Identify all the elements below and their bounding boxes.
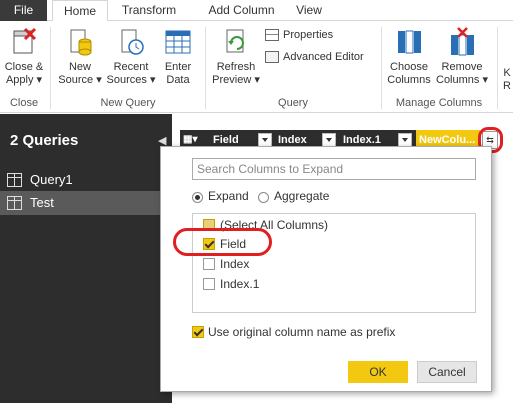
aggregate-radio-label: Aggregate xyxy=(274,189,330,203)
refresh-preview-label-1: Refresh xyxy=(216,61,256,73)
group-label-new-query: New Query xyxy=(100,97,156,109)
column-filter-field[interactable] xyxy=(258,133,272,147)
search-columns-input[interactable]: Search Columns to Expand xyxy=(192,158,476,180)
cutoff-label-2: R xyxy=(503,80,511,92)
tab-transform[interactable]: Transform xyxy=(113,0,185,21)
queries-panel: 2 Queries ◀ Query1 Test xyxy=(0,114,172,403)
tab-home[interactable]: Home xyxy=(52,0,108,22)
expand-radio-label: Expand xyxy=(208,189,249,203)
close-apply-button[interactable]: Close & Apply ▾ xyxy=(2,27,46,87)
ribbon: Close & Apply ▾ Close New Source ▾ Recen… xyxy=(0,21,513,113)
query-item-test[interactable]: Test xyxy=(0,191,172,215)
aggregate-radio[interactable] xyxy=(258,192,269,203)
group-separator xyxy=(381,27,382,109)
group-label-manage-columns: Manage Columns xyxy=(395,97,483,109)
close-apply-icon xyxy=(11,27,37,57)
table-icon xyxy=(7,173,22,187)
new-source-button[interactable]: New Source ▾ xyxy=(56,27,104,87)
database-icon xyxy=(67,27,93,57)
advanced-editor-button[interactable]: Advanced Editor xyxy=(265,51,377,64)
choose-columns-icon xyxy=(396,27,422,57)
tab-view[interactable]: View xyxy=(289,0,329,21)
remove-columns-button[interactable]: Remove Columns ▾ xyxy=(436,27,488,87)
column-filter-index-1[interactable] xyxy=(398,133,412,147)
expand-radio[interactable] xyxy=(192,192,203,203)
recent-sources-button[interactable]: Recent Sources ▾ xyxy=(106,27,156,87)
advanced-editor-icon xyxy=(265,51,279,64)
remove-columns-icon xyxy=(449,27,475,57)
close-apply-label-2: Apply ▾ xyxy=(5,74,43,86)
ribbon-tabbar: File Home Transform Add Column View xyxy=(0,0,513,22)
group-separator xyxy=(50,27,51,109)
prefix-checkbox[interactable] xyxy=(192,326,204,338)
group-label-close: Close xyxy=(9,97,39,109)
queries-title: 2 Queries xyxy=(10,132,79,149)
enter-data-label-1: Enter xyxy=(164,61,192,73)
expand-columns-dialog: Search Columns to Expand Expand Aggregat… xyxy=(160,146,492,392)
tab-file[interactable]: File xyxy=(0,0,47,21)
remove-columns-label-1: Remove xyxy=(441,61,483,73)
enter-data-label-2: Data xyxy=(166,74,190,86)
new-source-label-2: Source ▾ xyxy=(58,74,102,86)
column-filter-index[interactable] xyxy=(322,133,336,147)
enter-data-button[interactable]: Enter Data xyxy=(158,27,198,87)
index-1-label: Index.1 xyxy=(220,277,260,291)
new-source-label-1: New xyxy=(68,61,91,73)
index-checkbox[interactable] xyxy=(203,258,215,270)
prefix-label: Use original column name as prefix xyxy=(208,325,396,339)
query-item-query1[interactable]: Query1 xyxy=(0,168,172,192)
properties-icon xyxy=(265,29,279,42)
clock-icon xyxy=(118,27,144,57)
recent-sources-label-1: Recent xyxy=(113,61,149,73)
highlight-circle-field xyxy=(173,228,272,256)
refresh-icon xyxy=(223,27,249,57)
query-item-label: Query1 xyxy=(30,172,73,187)
remove-columns-label-2: Columns ▾ xyxy=(436,74,488,86)
index-1-checkbox[interactable] xyxy=(203,278,215,290)
group-separator xyxy=(205,27,206,109)
table-icon xyxy=(165,27,191,57)
group-label-query: Query xyxy=(278,97,308,109)
advanced-editor-label: Advanced Editor xyxy=(283,51,364,63)
recent-sources-label-2: Sources ▾ xyxy=(106,74,156,86)
properties-button[interactable]: Properties xyxy=(265,29,375,42)
index-label: Index xyxy=(220,257,250,271)
choose-columns-label-2: Columns xyxy=(387,74,431,86)
tab-add-column[interactable]: Add Column xyxy=(194,0,289,21)
choose-columns-label-1: Choose xyxy=(390,61,428,73)
ok-button[interactable]: OK xyxy=(348,361,408,383)
group-separator xyxy=(497,27,498,109)
cutoff-label-1: K xyxy=(503,67,511,79)
cancel-button[interactable]: Cancel xyxy=(417,361,477,383)
query-item-label: Test xyxy=(30,195,54,210)
properties-label: Properties xyxy=(283,29,334,41)
refresh-preview-button[interactable]: Refresh Preview ▾ xyxy=(210,27,262,87)
choose-columns-button[interactable]: Choose Columns xyxy=(384,27,434,87)
cutoff-button[interactable]: K R xyxy=(502,67,512,93)
table-icon xyxy=(7,196,22,210)
close-apply-label-1: Close & xyxy=(4,61,44,73)
refresh-preview-label-2: Preview ▾ xyxy=(212,74,260,86)
